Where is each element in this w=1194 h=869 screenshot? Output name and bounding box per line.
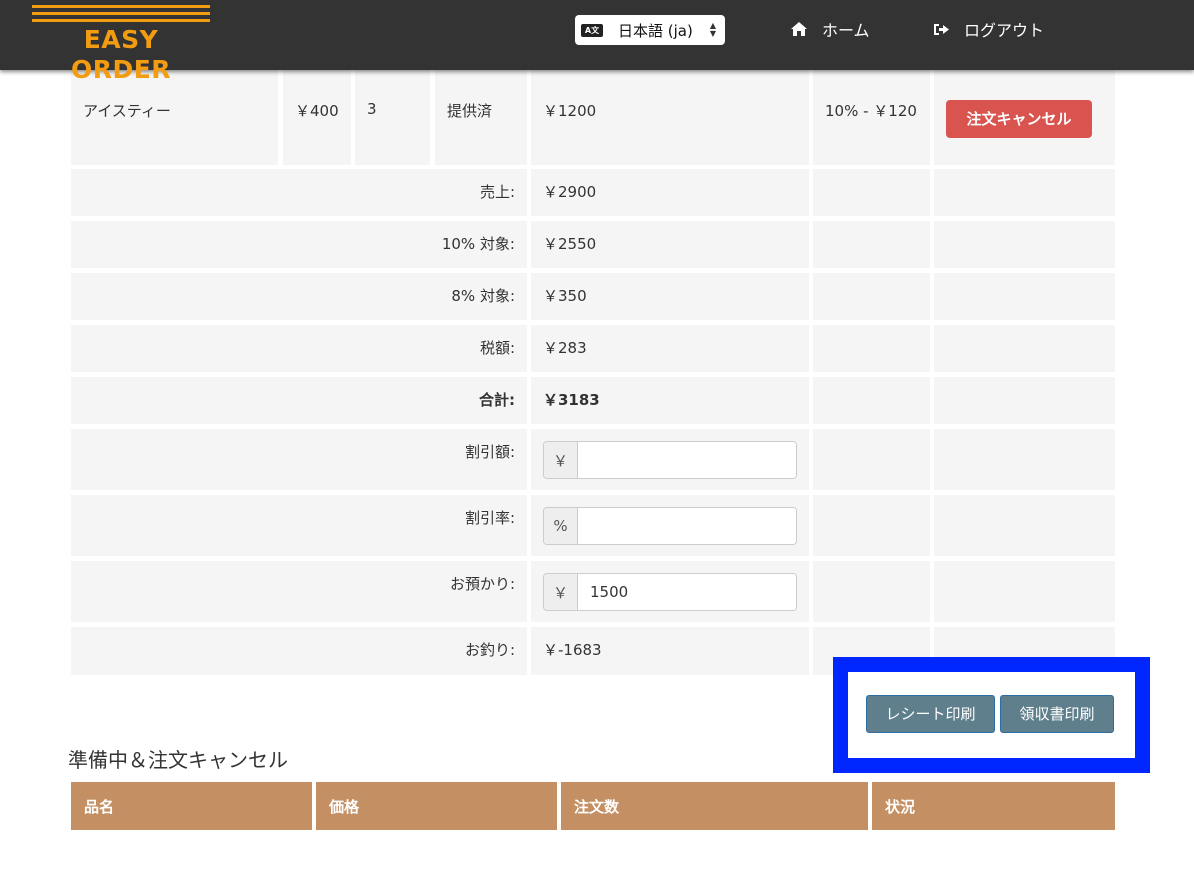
order-item-price: ￥400 xyxy=(283,88,351,165)
nav-home-label: ホーム xyxy=(822,21,870,40)
header-price: 価格 xyxy=(316,782,557,830)
table-cell xyxy=(813,561,930,622)
language-selected-value: 日本語 (ja) xyxy=(618,21,693,40)
sales-value: ￥2900 xyxy=(531,169,809,216)
tax8-target-label: 8% 対象: xyxy=(71,273,527,320)
logo-stripe xyxy=(32,12,210,15)
sales-label: 売上: xyxy=(71,169,527,216)
navbar: EASY ORDER A文 日本語 (ja) ▲ ▼ ホーム ログアウト xyxy=(0,0,1194,84)
nav-logout-link[interactable]: ログアウト xyxy=(933,18,1044,40)
discount-rate-label: 割引率: xyxy=(71,495,527,556)
table-cell xyxy=(934,429,1115,490)
deposit-label: お預かり: xyxy=(71,561,527,622)
nav-home-link[interactable]: ホーム xyxy=(790,18,870,40)
discount-amount-label: 割引額: xyxy=(71,429,527,490)
select-arrows-icon: ▲ ▼ xyxy=(709,21,716,38)
table-cell xyxy=(813,495,930,556)
discount-rate-input-group: % xyxy=(543,507,797,545)
table-cell xyxy=(934,377,1115,424)
table-cell xyxy=(813,169,930,216)
logo-stripe xyxy=(32,5,210,8)
easy-order-logo[interactable]: EASY ORDER xyxy=(30,5,212,84)
order-item-status: 提供済 xyxy=(435,88,527,165)
table-cell xyxy=(934,169,1115,216)
tax-amount-label: 税額: xyxy=(71,325,527,372)
deposit-input-group: ￥ xyxy=(543,573,797,611)
translate-icon: A文 xyxy=(581,23,603,37)
print-receipt-button[interactable]: レシート印刷 xyxy=(866,695,995,733)
order-item-tax: 10% - ￥120 xyxy=(813,88,930,165)
discount-rate-input[interactable] xyxy=(578,508,796,544)
logo-stripe xyxy=(32,19,210,22)
print-invoice-button[interactable]: 領収書印刷 xyxy=(1000,695,1114,733)
header-quantity: 注文数 xyxy=(561,782,868,830)
header-item-name: 品名 xyxy=(71,782,312,830)
cancel-order-button[interactable]: 注文キャンセル xyxy=(946,100,1092,138)
tax-amount-value: ￥283 xyxy=(531,325,809,372)
table-cell xyxy=(813,221,930,268)
language-select[interactable]: A文 日本語 (ja) ▲ ▼ xyxy=(575,15,725,45)
home-icon xyxy=(791,22,807,36)
change-value: ￥-1683 xyxy=(531,627,809,675)
deposit-input[interactable] xyxy=(578,574,796,610)
header-status: 状況 xyxy=(872,782,1115,830)
percent-addon: % xyxy=(544,508,578,544)
table-cell xyxy=(934,325,1115,372)
discount-amount-input[interactable] xyxy=(578,442,796,478)
yen-addon: ￥ xyxy=(544,442,578,478)
tax8-target-value: ￥350 xyxy=(531,273,809,320)
table-cell xyxy=(813,429,930,490)
tax10-target-label: 10% 対象: xyxy=(71,221,527,268)
tax10-target-value: ￥2550 xyxy=(531,221,809,268)
table-cell xyxy=(934,495,1115,556)
yen-addon: ￥ xyxy=(544,574,578,610)
order-item-amount: ￥1200 xyxy=(531,88,809,165)
order-item-name: アイスティー xyxy=(71,88,278,165)
table-cell xyxy=(934,561,1115,622)
logo-text: EASY ORDER xyxy=(70,25,172,84)
table-cell xyxy=(813,273,930,320)
table-cell xyxy=(813,325,930,372)
total-label: 合計: xyxy=(71,377,527,424)
table-cell xyxy=(934,221,1115,268)
pending-section-title: 準備中＆注文キャンセル xyxy=(68,748,288,772)
nav-logout-label: ログアウト xyxy=(964,21,1045,40)
sign-out-icon xyxy=(934,23,949,35)
table-cell xyxy=(813,377,930,424)
order-item-quantity: 3 xyxy=(355,88,430,165)
discount-amount-input-group: ￥ xyxy=(543,441,797,479)
table-cell xyxy=(934,273,1115,320)
total-value: ￥3183 xyxy=(531,377,809,424)
change-label: お釣り: xyxy=(71,627,527,675)
